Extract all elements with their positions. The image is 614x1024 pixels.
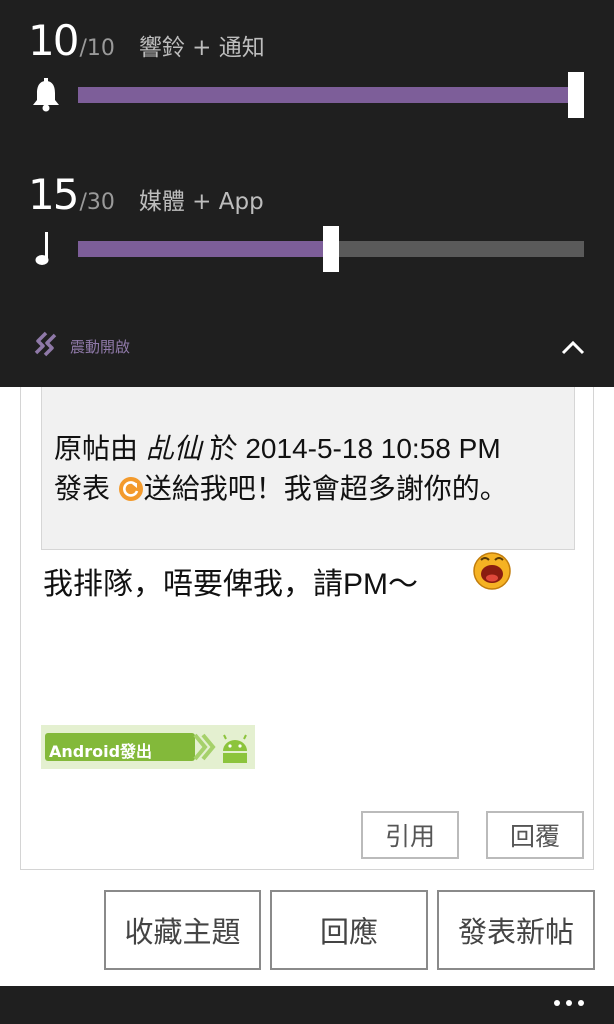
ringer-volume-fill xyxy=(78,87,576,103)
ringer-volume-max: /10 xyxy=(79,36,115,61)
media-volume-value: 15 xyxy=(28,170,79,219)
media-volume-label: 媒體 + App xyxy=(138,189,264,215)
respond-button[interactable]: 回應 xyxy=(270,890,428,970)
new-post-button[interactable]: 發表新帖 xyxy=(437,890,595,970)
media-volume-slider[interactable] xyxy=(78,226,584,272)
android-badge: Android發出 xyxy=(41,725,255,769)
ringer-volume-header: 10 /10 響鈴 + 通知 xyxy=(28,16,265,65)
quote-prefix: 原帖由 xyxy=(54,433,146,464)
vibrate-toggle[interactable]: 震動開啟 xyxy=(32,330,130,362)
vibrate-label: 震動開啟 xyxy=(70,337,131,356)
media-volume-fill xyxy=(78,241,331,257)
ringer-volume-thumb[interactable] xyxy=(568,72,584,118)
chevron-up-icon[interactable] xyxy=(560,336,586,358)
quote-line2-end: 送給我吧！我會超多謝你的。 xyxy=(143,473,508,504)
media-volume-header: 15 /30 媒體 + App xyxy=(28,170,264,219)
ringer-volume-slider[interactable] xyxy=(78,72,584,118)
quote-text: 原帖由 乩仙 於 2014-5-18 10:58 PM 發表 送給我吧！我會超多… xyxy=(54,429,566,509)
bell-icon xyxy=(30,78,62,114)
vibrate-icon xyxy=(32,330,60,362)
media-volume-max: /30 xyxy=(79,190,115,215)
ringer-volume-label: 響鈴 + 通知 xyxy=(138,35,265,61)
post-card: 原帖由 乩仙 於 2014-5-18 10:58 PM 發表 送給我吧！我會超多… xyxy=(20,387,594,870)
ringer-volume-value: 10 xyxy=(28,16,79,65)
post-body-text: 我排隊，唔要俾我，請PM～ xyxy=(43,568,418,601)
favorite-thread-button[interactable]: 收藏主題 xyxy=(104,890,261,970)
laughing-emoji-icon xyxy=(472,549,512,591)
quote-line2-start: 發表 xyxy=(54,473,118,504)
quote-author[interactable]: 乩仙 xyxy=(146,433,202,464)
quote-box: 原帖由 乩仙 於 2014-5-18 10:58 PM 發表 送給我吧！我會超多… xyxy=(41,387,575,550)
media-volume-thumb[interactable] xyxy=(323,226,339,272)
quote-meta: 於 2014-5-18 10:58 PM xyxy=(201,433,501,464)
more-options-icon[interactable] xyxy=(554,1000,584,1006)
android-badge-label: Android發出 xyxy=(49,742,153,761)
volume-panel: 10 /10 響鈴 + 通知 15 /30 媒體 + App 震動開啟 xyxy=(0,0,614,387)
refresh-emoji-icon xyxy=(118,477,143,501)
app-bar xyxy=(0,986,614,1024)
reply-button[interactable]: 回覆 xyxy=(486,811,584,859)
music-note-icon xyxy=(30,230,62,266)
android-robot-icon xyxy=(193,729,251,769)
quote-button[interactable]: 引用 xyxy=(361,811,459,859)
